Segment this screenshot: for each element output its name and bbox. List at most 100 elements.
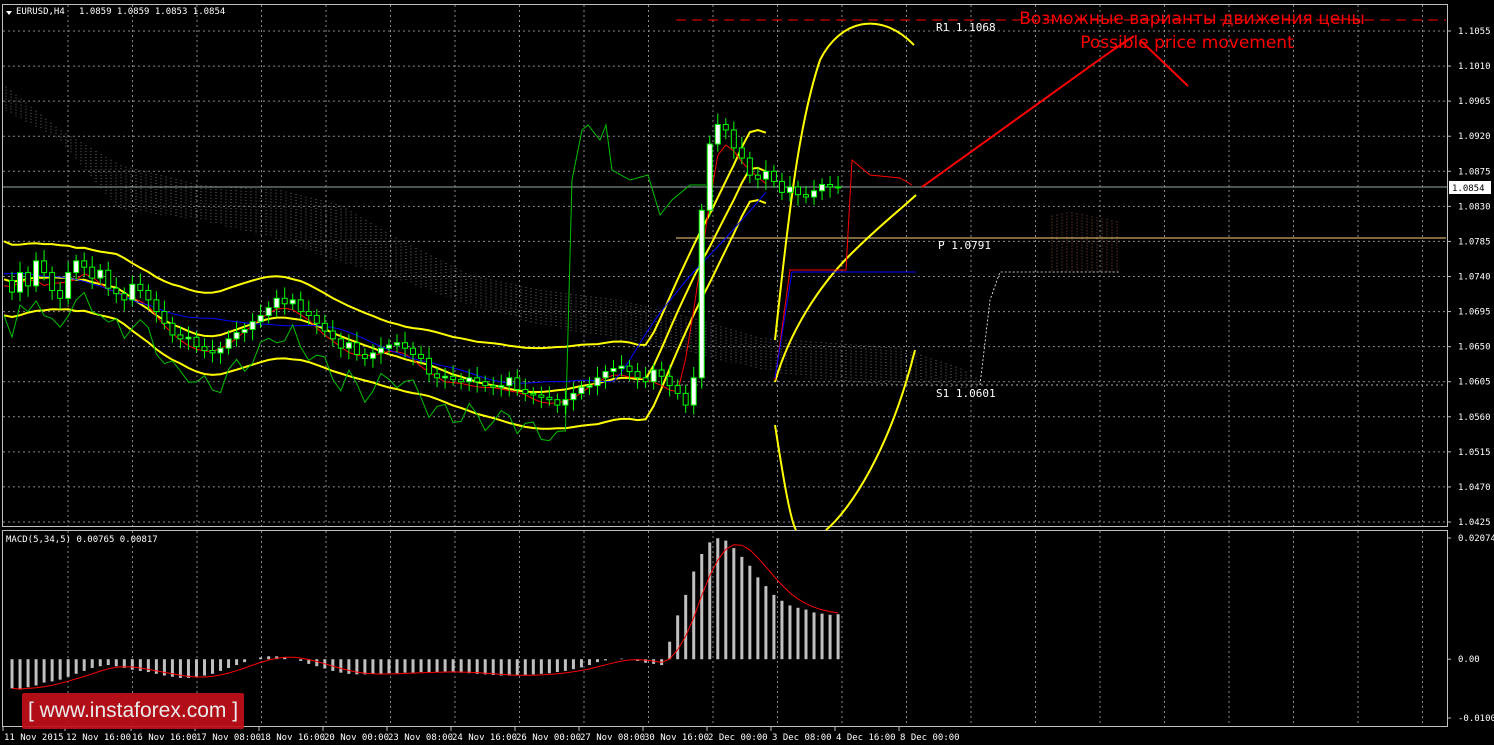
candle-body	[674, 385, 681, 394]
candle-body	[811, 190, 818, 198]
time-tick-label: 4 Dec 16:00	[836, 733, 896, 743]
time-tick-label: 8 Dec 00:00	[900, 733, 960, 743]
candle-body	[345, 342, 352, 349]
candle-body	[161, 311, 168, 324]
candle-body	[177, 334, 184, 340]
candle-body	[586, 385, 593, 388]
candle-body	[794, 186, 801, 196]
candle-body	[297, 299, 304, 313]
candle-body	[233, 332, 240, 340]
candle-body	[193, 336, 200, 348]
candle-body	[714, 124, 721, 145]
candle-body	[113, 287, 120, 295]
price-tick-label: 1.0650	[1458, 343, 1491, 353]
candle-body	[698, 209, 705, 379]
macd-tick-label: -0.01006	[1458, 714, 1494, 724]
r1-label: R1 1.1068	[936, 21, 996, 34]
price-tick-label: 1.0515	[1458, 448, 1491, 458]
candle-body	[257, 314, 264, 323]
price-tick-label: 1.0605	[1458, 378, 1491, 388]
candle-body	[434, 373, 441, 379]
price-tick-label: 1.0470	[1458, 483, 1491, 493]
s1-label: S1 1.0601	[936, 387, 996, 400]
candle-body	[81, 260, 88, 268]
candle-body	[626, 365, 633, 373]
candle-body	[41, 260, 48, 274]
candle-body	[634, 371, 641, 379]
candle-body	[786, 186, 793, 193]
candle-body	[410, 347, 417, 355]
candle-body	[466, 377, 473, 383]
candle-body	[778, 180, 785, 193]
candle-body	[273, 297, 280, 309]
candle-body	[650, 369, 657, 383]
time-tick-label: 3 Dec 08:00	[772, 733, 832, 743]
candle-body	[570, 392, 577, 401]
candle-body	[169, 322, 176, 336]
candle-body	[201, 346, 208, 352]
candle-body	[33, 260, 40, 287]
chart-canvas: EURUSD,H4 1.0859 1.0859 1.0853 1.0854 MA…	[0, 0, 1494, 745]
candle-body	[522, 389, 529, 394]
candle-body	[25, 272, 32, 287]
candle-body	[97, 269, 104, 279]
candle-body	[57, 290, 64, 299]
candle-body	[506, 377, 513, 387]
candle-body	[578, 386, 585, 394]
candle-body	[65, 272, 72, 299]
price-tick-label: 1.0785	[1458, 237, 1491, 247]
candle-body	[329, 330, 336, 340]
candle-body	[145, 290, 152, 301]
candle-body	[754, 174, 761, 180]
chart-symbol: EURUSD,H4	[16, 7, 65, 17]
candle-body	[129, 283, 136, 301]
candle-body	[402, 342, 408, 349]
time-tick-label: 12 Nov 16:00	[66, 733, 131, 743]
annotation-en: Possible price movement	[1080, 33, 1294, 53]
candle-body	[105, 269, 112, 289]
time-tick-label: 23 Nov 08:00	[388, 733, 453, 743]
candle-body	[514, 377, 521, 391]
candle-body	[209, 350, 216, 354]
candle-body	[17, 272, 24, 293]
candle-body	[530, 392, 537, 396]
price-tick-label: 1.0830	[1458, 202, 1491, 212]
price-tick-label: 1.0965	[1458, 97, 1491, 107]
price-tick-label: 1.0920	[1458, 132, 1491, 142]
candle-body	[418, 353, 425, 359]
candle-body	[690, 377, 697, 406]
candle-body	[538, 394, 545, 398]
candle-body	[458, 378, 465, 383]
candle-body	[377, 347, 384, 354]
candle-body	[658, 369, 665, 377]
current-price-label: 1.0854	[1452, 184, 1485, 194]
candle-body	[426, 357, 433, 375]
candle-body	[554, 399, 561, 406]
candle-body	[337, 338, 344, 349]
candle-body	[305, 311, 312, 316]
candle-body	[706, 143, 713, 211]
candle-body	[313, 314, 320, 324]
price-tick-label: 1.1010	[1458, 62, 1491, 72]
candle-body	[185, 336, 192, 340]
candle-body	[618, 365, 625, 369]
candle-body	[803, 194, 809, 198]
candle-body	[153, 299, 160, 313]
time-tick-label: 30 Nov 16:00	[644, 733, 709, 743]
candle-body	[217, 347, 224, 354]
annotation-ru: Возможные варианты движения цены	[1019, 9, 1365, 29]
candle-body	[73, 260, 80, 274]
candle-body	[602, 371, 609, 379]
candle-body	[361, 353, 368, 359]
candle-body	[730, 129, 737, 149]
price-tick-label: 1.0875	[1458, 167, 1491, 177]
candle-body	[265, 307, 272, 316]
candle-body	[289, 299, 296, 305]
time-tick-label: 17 Nov 08:00	[196, 733, 261, 743]
macd-tick-label: 0.00	[1458, 655, 1480, 665]
candle-body	[482, 381, 489, 387]
candle-body	[835, 186, 842, 189]
candle-body	[722, 124, 729, 131]
candle-body	[353, 342, 360, 355]
candle-body	[546, 396, 553, 401]
